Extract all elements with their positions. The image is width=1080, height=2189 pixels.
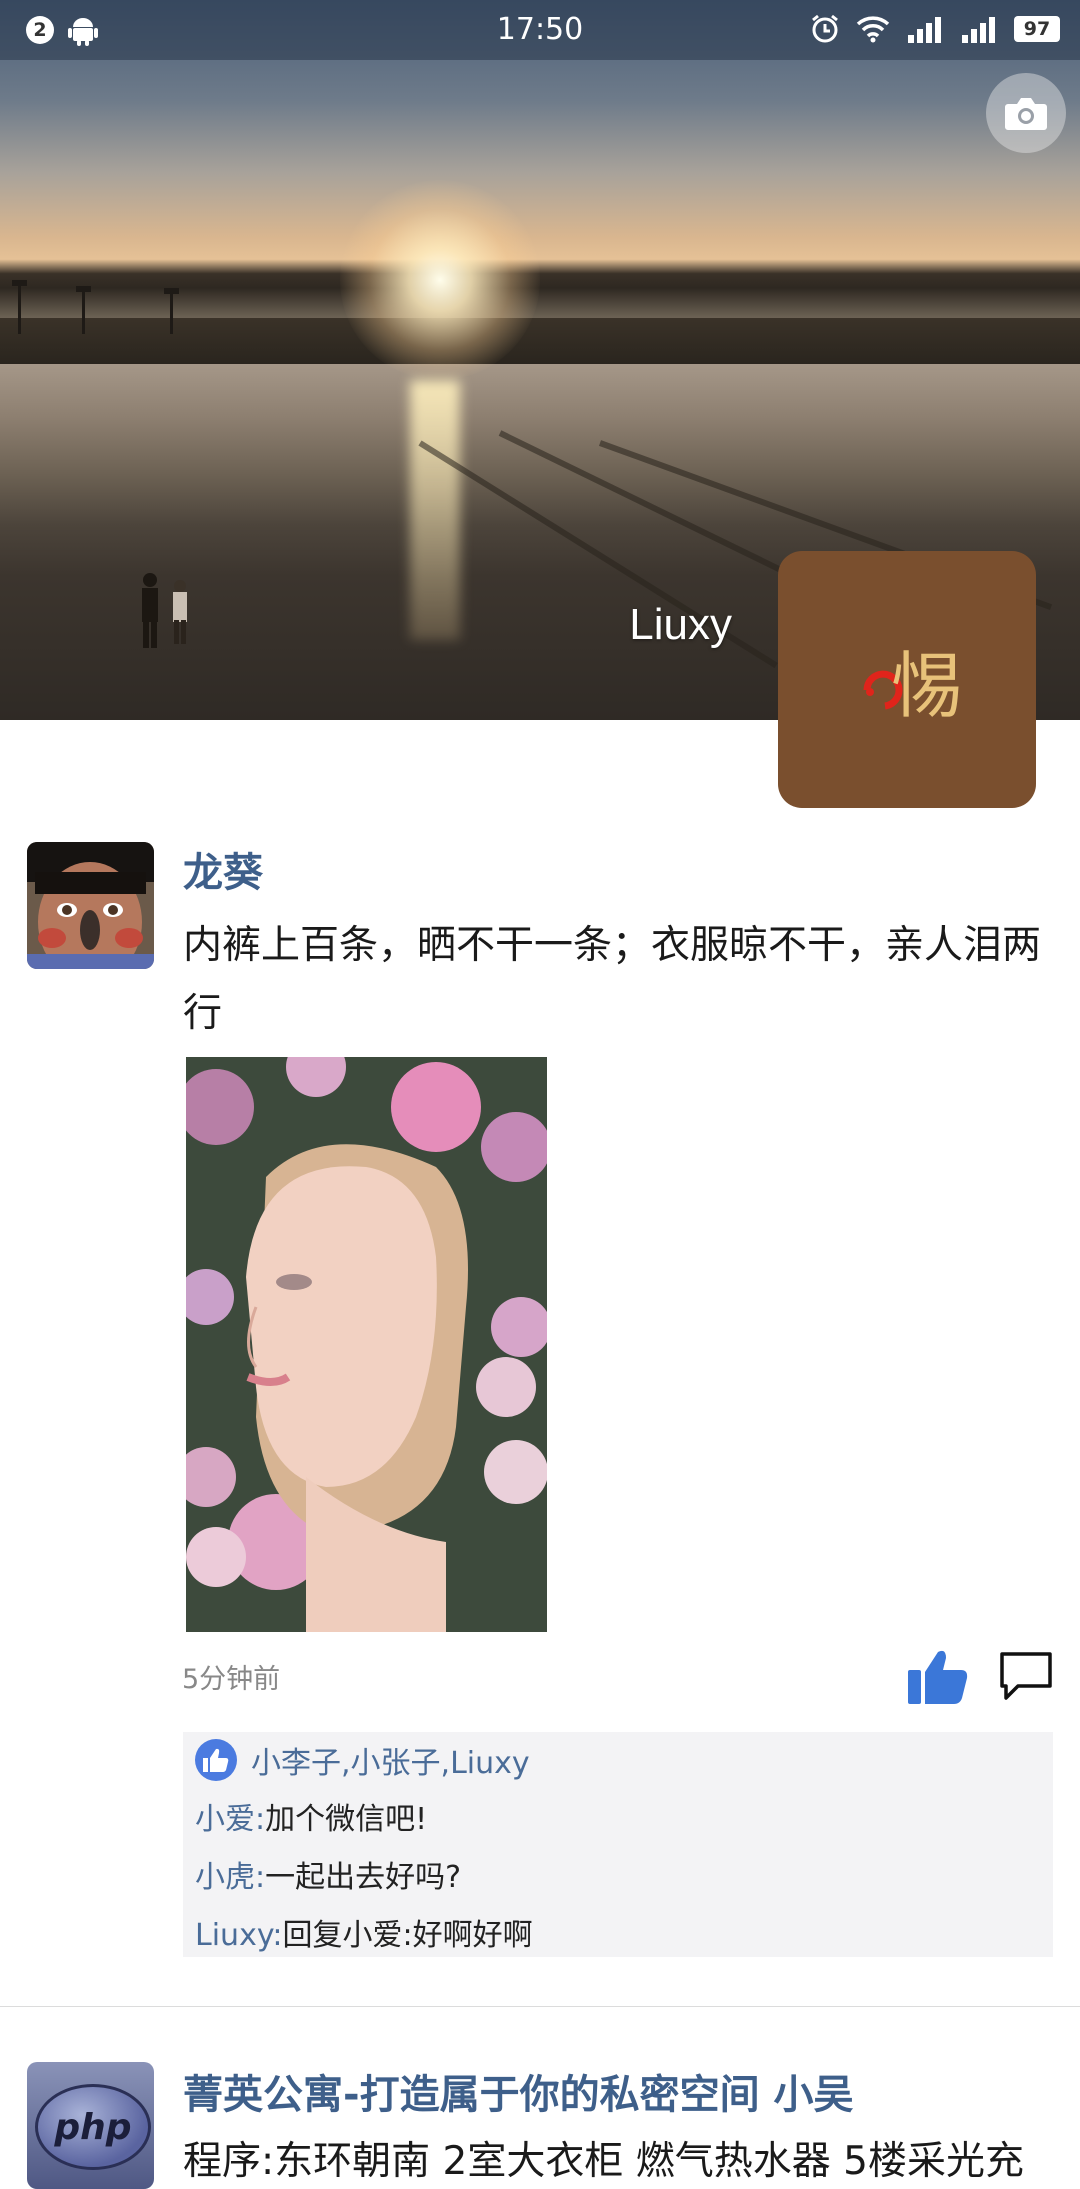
comment-item[interactable]: Liuxy:回复小爱:好啊好啊 — [195, 1910, 533, 1954]
flower-portrait-image — [186, 1057, 547, 1632]
comment-author[interactable]: 小虎: — [195, 1860, 265, 1895]
likes-names[interactable]: 小李子,小张子,Liuxy — [251, 1738, 530, 1782]
wifi-icon — [856, 16, 890, 43]
comment-author[interactable]: 小爱: — [195, 1802, 265, 1837]
cover-people-silhouettes — [142, 573, 187, 648]
post-text: 程序:东环朝南 2室大衣柜 燃气热水器 5楼采光充 — [183, 2139, 1024, 2184]
comment-item[interactable]: 小爱:加个微信吧! — [195, 1794, 427, 1838]
like-icon[interactable] — [908, 1648, 968, 1704]
cover-light-poles — [12, 280, 179, 334]
status-bar: 2 17:50 97 — [0, 0, 1080, 60]
camera-button[interactable] — [986, 73, 1066, 153]
post-photo[interactable] — [186, 1057, 547, 1632]
post-author-avatar[interactable] — [27, 842, 154, 969]
comment-text: 回复小爱:好啊好啊 — [282, 1918, 533, 1953]
comment-text: 一起出去好吗? — [265, 1860, 462, 1895]
post-timestamp: 5分钟前 — [182, 1664, 281, 1695]
post-divider — [0, 2006, 1080, 2007]
signal-icon — [908, 17, 941, 43]
cover-sun — [340, 180, 540, 380]
alarm-icon — [812, 14, 838, 43]
signal-icon-sim2 — [962, 17, 995, 43]
post-text: 内裤上百条，晒不干一条；衣服晾不干，亲人泪两行 — [183, 923, 1042, 1036]
likes-thumb-icon — [195, 1739, 237, 1781]
php-logo: php — [35, 2084, 151, 2170]
comment-item[interactable]: 小虎:一起出去好吗? — [195, 1852, 461, 1896]
comment-author[interactable]: Liuxy: — [195, 1918, 283, 1953]
cover-sun-reflection — [410, 380, 460, 640]
profile-avatar[interactable]: 惕 — [778, 551, 1036, 808]
child-portrait-image — [27, 842, 154, 969]
avatar-logo-text: 惕 — [890, 644, 963, 728]
comment-icon[interactable] — [998, 1650, 1054, 1702]
camera-icon — [1005, 98, 1047, 130]
comment-text: 加个微信吧! — [265, 1802, 428, 1837]
post-author-avatar[interactable]: php — [27, 2062, 154, 2189]
post-author-name[interactable]: 菁英公寓-打造属于你的私密空间 小吴 — [183, 2062, 854, 2120]
post-author-name[interactable]: 龙葵 — [183, 840, 263, 898]
likes-and-comments-box: 小李子,小张子,Liuxy 小爱:加个微信吧! 小虎:一起出去好吗? Liuxy… — [183, 1732, 1053, 1957]
profile-name[interactable]: Liuxy — [629, 600, 732, 650]
battery-indicator: 97 — [1014, 16, 1060, 42]
